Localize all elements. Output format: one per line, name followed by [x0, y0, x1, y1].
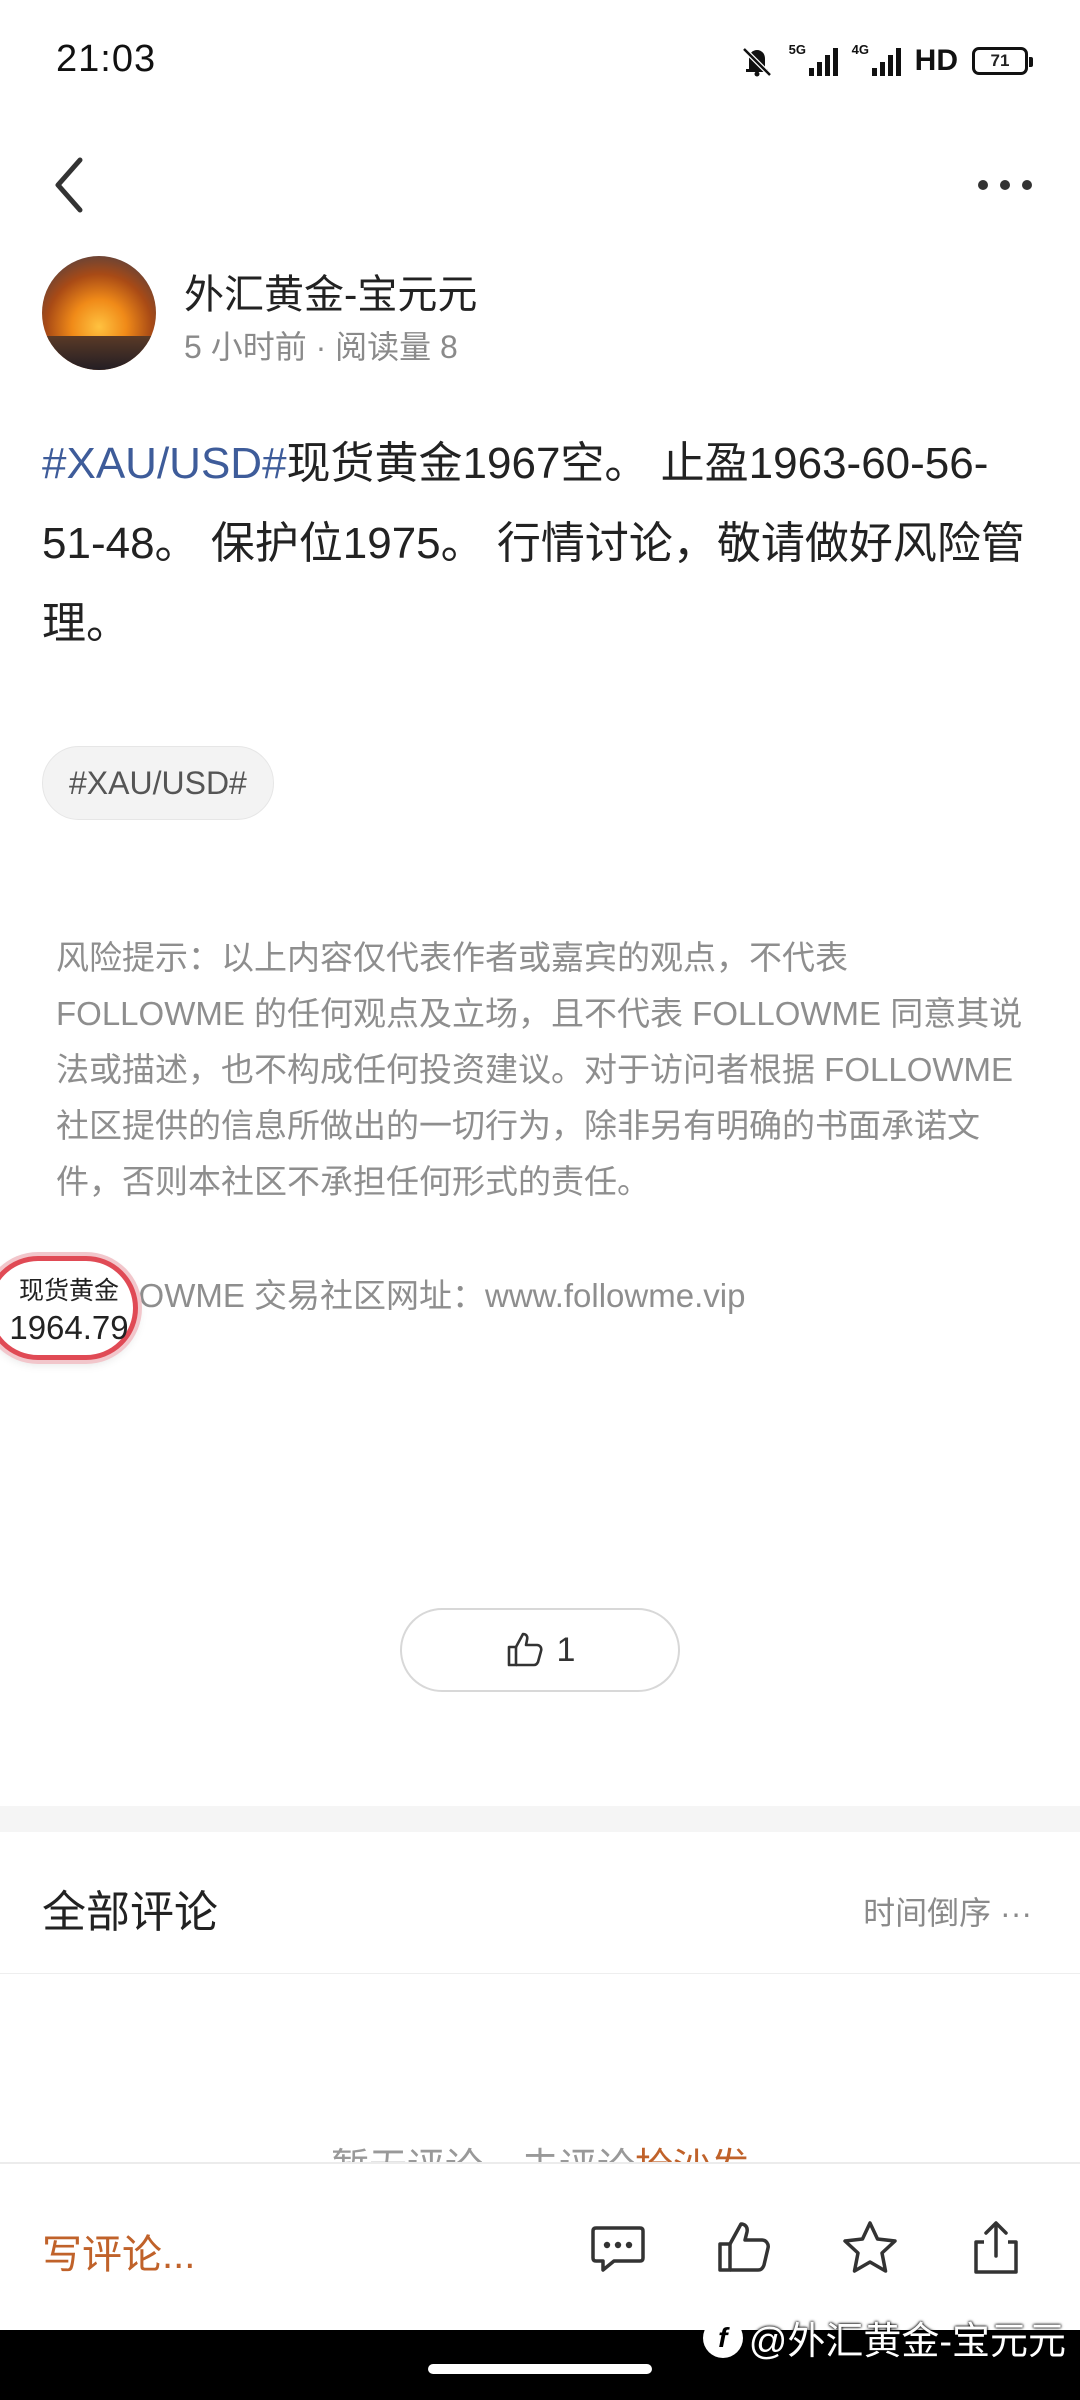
author-block: 外汇黄金-宝元元 5 小时前 · 阅读量 8 — [42, 256, 1042, 372]
thumbs-up-icon[interactable] — [714, 2218, 774, 2278]
signal-4g-icon: 4G — [852, 42, 901, 76]
back-icon — [55, 157, 83, 213]
watermark: f @外汇黄金-宝元元 — [702, 2310, 1066, 2365]
sort-button[interactable]: 时间倒序 ··· — [863, 1888, 1032, 1934]
share-icon[interactable] — [966, 2218, 1026, 2278]
status-bar: 21:03 5G 4G HD 71 — [0, 0, 1080, 126]
post-tag-link[interactable]: #XAU/USD# — [42, 439, 287, 488]
bottom-action-bar: 写评论... — [0, 2162, 1080, 2330]
platform-logo-icon: f — [702, 2317, 743, 2358]
watermark-text: @外汇黄金-宝元元 — [748, 2321, 1066, 2363]
mute-bell-icon — [741, 47, 772, 77]
post-body: #XAU/USD#现货黄金1967空。 止盈1963-60-56-51-48。 … — [42, 424, 1042, 664]
write-comment-input[interactable]: 写评论... — [42, 2222, 195, 2280]
thumbs-up-icon — [507, 1632, 543, 1667]
author-meta: 5 小时前 · 阅读量 8 — [184, 329, 458, 365]
gold-widget-price: 1964.79 — [9, 1309, 129, 1346]
top-nav — [0, 130, 1080, 240]
sort-more-icon: ··· — [991, 1895, 1032, 1931]
battery-icon: 71 — [972, 47, 1033, 75]
like-count: 1 — [556, 1630, 576, 1669]
hd-indicator: HD — [914, 44, 958, 77]
avatar[interactable] — [42, 256, 156, 370]
gold-price-widget[interactable]: 现货黄金 1964.79 — [0, 1256, 138, 1360]
more-button[interactable] — [970, 160, 1040, 210]
star-icon[interactable] — [840, 2218, 900, 2278]
risk-notice: 风险提示：以上内容仅代表作者或嘉宾的观点，不代表 FOLLOWME 的任何观点及… — [56, 939, 1023, 1200]
comment-icon[interactable] — [588, 2218, 648, 2278]
status-icons: 5G 4G HD 71 — [739, 42, 1033, 78]
back-button[interactable] — [44, 152, 104, 218]
empty-comments-text: 暂无评论，去评论抢沙发 — [0, 2138, 1080, 2164]
status-time: 21:03 — [56, 38, 157, 80]
signal-5g-icon: 5G — [789, 42, 838, 76]
section-divider — [0, 1806, 1080, 1832]
sort-label: 时间倒序 — [863, 1895, 992, 1931]
home-indicator[interactable] — [428, 2364, 652, 2374]
topic-tag-chip[interactable]: #XAU/USD# — [42, 746, 274, 820]
author-name[interactable]: 外汇黄金-宝元元 — [184, 262, 477, 320]
like-button[interactable]: 1 — [400, 1608, 680, 1692]
site-url-line: FOLLOWME 交易社区网址：www.followme.vip — [56, 1277, 746, 1314]
comments-header: 全部评论 时间倒序 ··· — [0, 1832, 1080, 1974]
gold-widget-label: 现货黄金 — [18, 1277, 119, 1305]
comments-title: 全部评论 — [42, 1888, 218, 1937]
more-icon — [978, 180, 988, 190]
